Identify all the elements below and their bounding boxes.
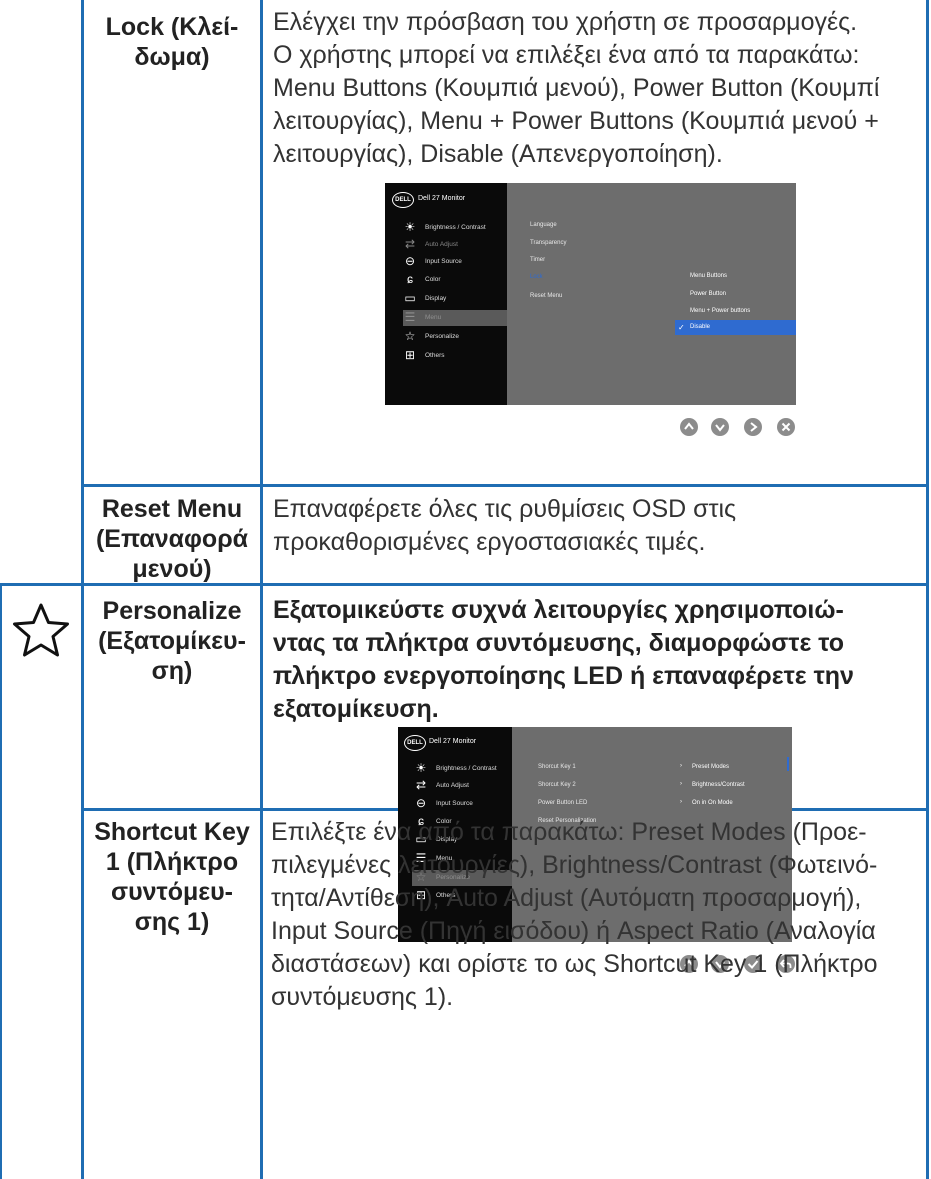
table-rule (81, 484, 929, 487)
osd-sub-timer[interactable]: Timer (530, 257, 545, 263)
checkmark-icon: ✓ (678, 323, 685, 332)
osd-menu-auto-adjust[interactable]: ⇄ Auto Adjust (405, 237, 507, 253)
osd-menu-others[interactable]: ⊞ Others (405, 348, 507, 364)
osd-menu-auto-adjust[interactable]: ⇄ Auto Adjust (416, 778, 512, 794)
row-label-reset-menu: Reset Menu (Επαναφορά μενού) (95, 495, 249, 583)
star-icon: ☆ (404, 329, 416, 343)
osd-sub-power-button-led[interactable]: Power Button LED (538, 800, 587, 806)
menu-icon: ☰ (404, 310, 416, 324)
osd-sub-lock[interactable]: Lock (530, 274, 543, 280)
osd-title: Dell 27 Monitor (429, 738, 477, 745)
osd-option-power-button[interactable]: Power Button (690, 291, 726, 297)
arrows-icon: ⇄ (415, 778, 427, 792)
chevron-right-icon: › (680, 763, 682, 769)
input-icon: ⊖ (415, 796, 427, 810)
osd-sub-language[interactable]: Language (530, 222, 557, 228)
display-icon: ▭ (404, 291, 416, 305)
osd-value-on-in-on-mode: On in On Mode (692, 800, 733, 806)
osd-screenshot-lock: DELL Dell 27 Monitor ☀ Brightness / Contr… (385, 183, 796, 405)
table-rule (926, 0, 929, 1179)
sun-icon: ☀ (404, 220, 416, 234)
chevron-right-icon: › (680, 799, 682, 805)
row-desc-lock: Ελέγχει την πρόσβαση του χρήστη σε προσα… (273, 8, 880, 168)
table-rule (0, 583, 2, 1179)
dell-logo: DELL (392, 192, 414, 208)
right-icon[interactable] (743, 417, 763, 437)
row-desc-personalize: Εξατομικεύστε συχνά λειτουργίες χρησιμοπ… (273, 596, 854, 723)
osd-menu-brightness[interactable]: ☀ Brightness / Contrast (416, 761, 512, 777)
osd-option-menu-power-buttons[interactable]: Menu + Power buttons (690, 308, 750, 314)
osd-sub-shortcut-key-2[interactable]: Shorcut Key 2 (538, 782, 576, 788)
osd-menu-input-source[interactable]: ⊖ Input Source (416, 796, 512, 812)
osd-value-brightness-contrast: Brightness/Contrast (692, 782, 745, 788)
osd-value-preset-modes: Preset Modes (692, 764, 730, 770)
osd-title: Dell 27 Monitor (418, 195, 466, 202)
osd-sub-reset-menu[interactable]: Reset Menu (530, 293, 562, 299)
dell-logo: DELL (404, 735, 426, 751)
osd-menu-brightness[interactable]: ☀ Brightness / Contrast (405, 220, 507, 236)
up-icon[interactable] (679, 417, 699, 437)
osd-menu-menu[interactable]: ☰ Menu (403, 310, 507, 326)
row-desc-reset-menu: Επαναφέρετε όλες τις ρυθμίσεις OSD στις … (273, 495, 737, 556)
arrows-icon: ⇄ (404, 237, 416, 251)
input-icon: ⊖ (404, 254, 416, 268)
row-label-personalize: Personalize (Εξατομίκευ- ση) (98, 597, 246, 685)
table-rule (81, 0, 84, 1179)
osd-sub-transparency[interactable]: Transparency (530, 240, 566, 246)
osd-menu-color[interactable]: ɕ Color (407, 272, 507, 288)
color-icon: ɕ (407, 272, 413, 286)
chevron-right-icon: › (680, 781, 682, 787)
others-icon: ⊞ (404, 348, 416, 362)
row-label-shortcut-key-1: Shortcut Key 1 (Πλήκτρο συντόμευ- σης 1) (94, 818, 250, 936)
osd-menu-personalize[interactable]: ☆ Personalize (405, 329, 507, 345)
row-desc-shortcut-key-1: Επιλέξτε ένα από τα παρακάτω: Preset Mod… (271, 818, 878, 1011)
row-label-lock: Lock (Κλεί- δωμα) (105, 13, 239, 71)
osd-scroll-indicator (787, 757, 789, 771)
osd-menu-input-source[interactable]: ⊖ Input Source (405, 254, 507, 270)
osd-option-menu-buttons[interactable]: Menu Buttons (690, 273, 727, 279)
osd-sub-shortcut-key-1[interactable]: Shorcut Key 1 (538, 764, 576, 770)
table-rule (260, 0, 263, 1179)
down-icon[interactable] (710, 417, 730, 437)
osd-option-disable[interactable]: Disable (690, 324, 710, 330)
close-icon[interactable] (776, 417, 796, 437)
settings-table: Lock (Κλεί- δωμα) Ελέγχει την πρόσβαση τ… (0, 0, 931, 1179)
sun-icon: ☀ (415, 761, 427, 775)
star-outline-icon (13, 603, 69, 657)
osd-menu-display[interactable]: ▭ Display (404, 291, 507, 307)
